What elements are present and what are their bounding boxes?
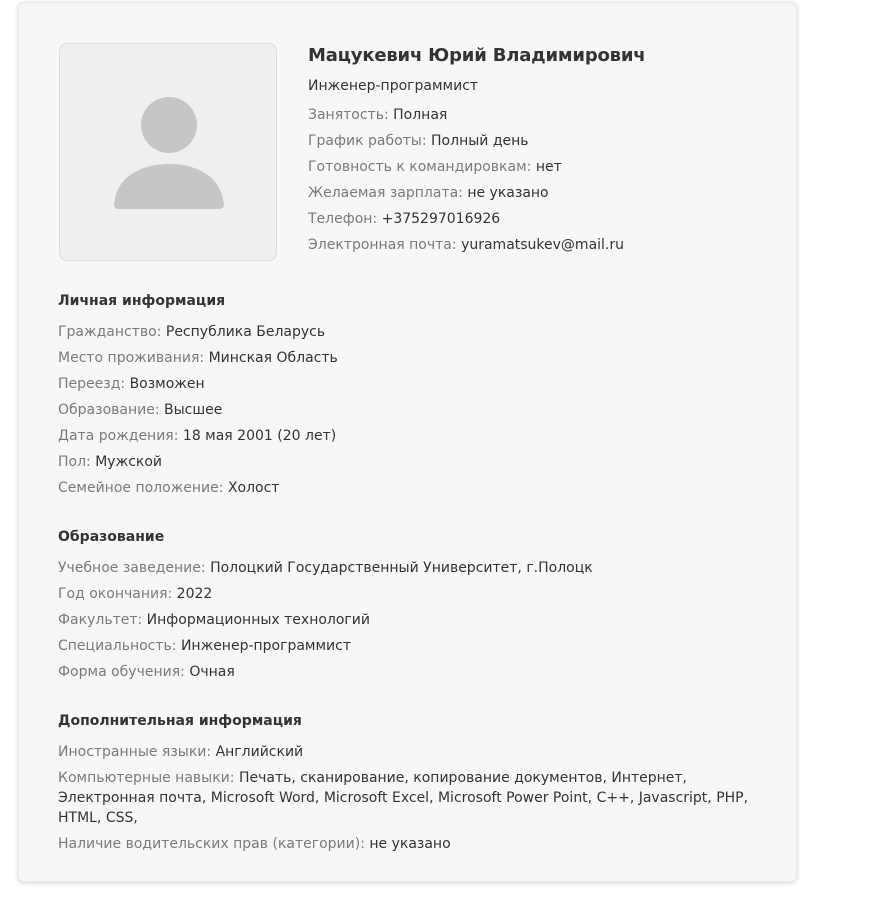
field-relocation: Переезд: Возможен (58, 371, 758, 397)
candidate-name: Мацукевич Юрий Владимирович (308, 45, 646, 66)
field-label: Образование: (58, 402, 160, 418)
field-education-level: Образование: Высшее (58, 397, 758, 423)
avatar (59, 43, 277, 261)
field-label: Желаемая зарплата: (308, 185, 463, 201)
field-languages: Иностранные языки: Английский (58, 739, 758, 765)
education-fields: Учебное заведение: Полоцкий Государствен… (58, 555, 758, 685)
field-value: Высшее (164, 402, 223, 418)
field-computer-skills: Компьютерные навыки: Печать, сканировани… (58, 765, 758, 831)
field-institution: Учебное заведение: Полоцкий Государствен… (58, 555, 758, 581)
field-value: Полная (393, 107, 448, 123)
field-schedule: График работы: Полный день (308, 128, 768, 154)
field-value: Мужской (95, 454, 163, 470)
field-driving-license: Наличие водительских прав (категории): н… (58, 831, 758, 857)
field-value: Возможен (129, 376, 205, 392)
field-label: Готовность к командировкам: (308, 159, 532, 175)
field-label: Форма обучения: (58, 664, 185, 680)
field-phone: Телефон: +375297016926 (308, 206, 768, 232)
field-value: Информационных технологий (146, 612, 370, 628)
personal-info-section: Личная информация Гражданство: Республик… (58, 291, 758, 501)
field-value: нет (535, 159, 562, 175)
field-value: Инженер-программист (180, 638, 352, 654)
field-label: Дата рождения: (58, 428, 179, 444)
field-faculty: Факультет: Информационных технологий (58, 607, 758, 633)
additional-info-section: Дополнительная информация Иностранные яз… (58, 711, 758, 857)
field-specialty: Специальность: Инженер-программист (58, 633, 758, 659)
field-value: Минская Область (208, 350, 338, 366)
field-business-trips: Готовность к командировкам: нет (308, 154, 768, 180)
field-label: Год окончания: (58, 586, 173, 602)
field-label: Наличие водительских прав (категории): (58, 836, 365, 852)
profile-header: Мацукевич Юрий Владимирович Инженер-прог… (308, 43, 768, 258)
field-value: 18 мая 2001 (20 лет) (182, 428, 337, 444)
field-label: График работы: (308, 133, 427, 149)
user-placeholder-icon (114, 97, 224, 209)
field-label: Компьютерные навыки: (58, 770, 235, 786)
field-marital-status: Семейное положение: Холост (58, 475, 758, 501)
field-label: Учебное заведение: (58, 560, 206, 576)
field-value: не указано (467, 185, 549, 201)
field-value: Очная (189, 664, 235, 680)
field-email: Электронная почта: yuramatsukev@mail.ru (308, 232, 768, 258)
field-label: Факультет: (58, 612, 143, 628)
field-salary: Желаемая зарплата: не указано (308, 180, 768, 206)
field-employment: Занятость: Полная (308, 102, 768, 128)
resume-card: Мацукевич Юрий Владимирович Инженер-прог… (18, 2, 797, 882)
field-value: Республика Беларусь (165, 324, 326, 340)
field-value: не указано (369, 836, 451, 852)
field-label: Электронная почта: (308, 237, 457, 253)
field-label: Семейное положение: (58, 480, 224, 496)
candidate-position: Инженер-программист (308, 78, 479, 94)
profile-fields: Занятость: Полная График работы: Полный … (308, 102, 768, 258)
section-title: Образование (58, 529, 165, 545)
field-label: Занятость: (308, 107, 389, 123)
field-citizenship: Гражданство: Республика Беларусь (58, 319, 758, 345)
field-value: 2022 (176, 586, 213, 602)
field-gender: Пол: Мужской (58, 449, 758, 475)
field-label: Иностранные языки: (58, 744, 212, 760)
personal-fields: Гражданство: Республика Беларусь Место п… (58, 319, 758, 501)
field-residence: Место проживания: Минская Область (58, 345, 758, 371)
field-value: Холост (227, 480, 280, 496)
field-value: Английский (215, 744, 304, 760)
field-label: Телефон: (308, 211, 378, 227)
field-label: Пол: (58, 454, 91, 470)
email-value[interactable]: yuramatsukev@mail.ru (461, 237, 624, 253)
field-label: Переезд: (58, 376, 126, 392)
field-value: Полоцкий Государственный Университет, г.… (210, 560, 593, 576)
field-birth-date: Дата рождения: 18 мая 2001 (20 лет) (58, 423, 758, 449)
additional-fields: Иностранные языки: Английский Компьютерн… (58, 739, 758, 857)
field-value: Полный день (431, 133, 529, 149)
field-graduation-year: Год окончания: 2022 (58, 581, 758, 607)
field-label: Специальность: (58, 638, 177, 654)
section-title: Личная информация (58, 293, 226, 309)
education-section: Образование Учебное заведение: Полоцкий … (58, 527, 758, 685)
section-title: Дополнительная информация (58, 713, 302, 729)
field-label: Гражданство: (58, 324, 162, 340)
phone-value[interactable]: +375297016926 (382, 211, 501, 227)
field-label: Место проживания: (58, 350, 205, 366)
field-study-form: Форма обучения: Очная (58, 659, 758, 685)
